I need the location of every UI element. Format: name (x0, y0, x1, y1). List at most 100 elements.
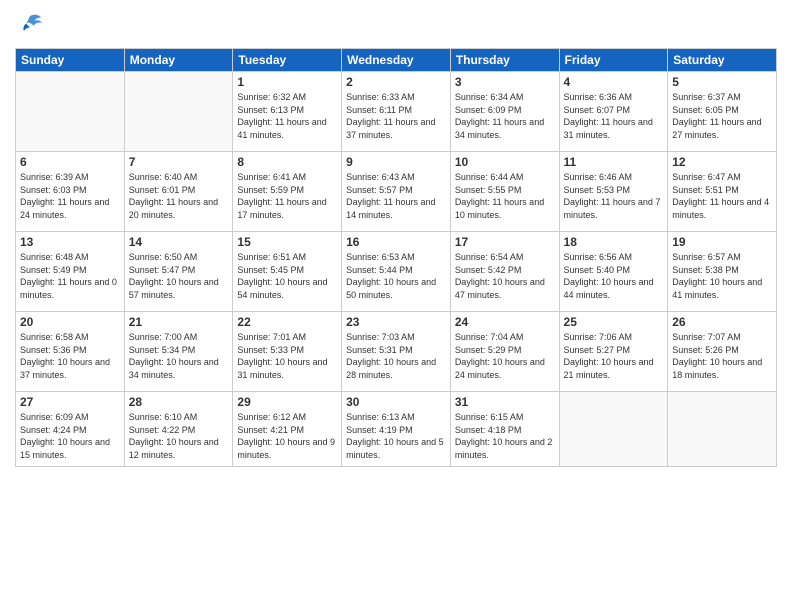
calendar-cell: 22 Sunrise: 7:01 AM Sunset: 5:33 PM Dayli… (233, 312, 342, 392)
week-row-1: 1 Sunrise: 6:32 AM Sunset: 6:13 PM Daylig… (16, 72, 777, 152)
cell-day-number: 18 (564, 235, 664, 249)
cell-day-number: 31 (455, 395, 555, 409)
cell-info: Sunrise: 6:39 AM Sunset: 6:03 PM Dayligh… (20, 171, 120, 221)
calendar-cell: 21 Sunrise: 7:00 AM Sunset: 5:34 PM Dayli… (124, 312, 233, 392)
week-row-2: 6 Sunrise: 6:39 AM Sunset: 6:03 PM Daylig… (16, 152, 777, 232)
cell-day-number: 16 (346, 235, 446, 249)
cell-day-number: 2 (346, 75, 446, 89)
cell-info: Sunrise: 6:48 AM Sunset: 5:49 PM Dayligh… (20, 251, 120, 301)
calendar-cell: 25 Sunrise: 7:06 AM Sunset: 5:27 PM Dayli… (559, 312, 668, 392)
calendar-cell: 11 Sunrise: 6:46 AM Sunset: 5:53 PM Dayli… (559, 152, 668, 232)
calendar-cell: 10 Sunrise: 6:44 AM Sunset: 5:55 PM Dayli… (450, 152, 559, 232)
cell-day-number: 7 (129, 155, 229, 169)
cell-day-number: 17 (455, 235, 555, 249)
cell-info: Sunrise: 6:44 AM Sunset: 5:55 PM Dayligh… (455, 171, 555, 221)
cell-day-number: 19 (672, 235, 772, 249)
cell-info: Sunrise: 6:34 AM Sunset: 6:09 PM Dayligh… (455, 91, 555, 141)
calendar-cell: 27Sunrise: 6:09 AM Sunset: 4:24 PM Dayli… (16, 392, 125, 467)
calendar-cell: 15 Sunrise: 6:51 AM Sunset: 5:45 PM Dayli… (233, 232, 342, 312)
cell-day-number: 28 (129, 395, 229, 409)
weekday-header-friday: Friday (559, 49, 668, 72)
cell-info: Sunrise: 6:36 AM Sunset: 6:07 PM Dayligh… (564, 91, 664, 141)
calendar-cell: 6 Sunrise: 6:39 AM Sunset: 6:03 PM Daylig… (16, 152, 125, 232)
cell-info: Sunrise: 6:58 AM Sunset: 5:36 PM Dayligh… (20, 331, 120, 381)
calendar-cell: 29Sunrise: 6:12 AM Sunset: 4:21 PM Dayli… (233, 392, 342, 467)
cell-info: Sunrise: 6:13 AM Sunset: 4:19 PM Dayligh… (346, 411, 446, 461)
calendar-cell: 20 Sunrise: 6:58 AM Sunset: 5:36 PM Dayli… (16, 312, 125, 392)
logo (15, 10, 49, 40)
cell-day-number: 23 (346, 315, 446, 329)
calendar-cell: 18 Sunrise: 6:56 AM Sunset: 5:40 PM Dayli… (559, 232, 668, 312)
cell-day-number: 3 (455, 75, 555, 89)
calendar-cell: 14 Sunrise: 6:50 AM Sunset: 5:47 PM Dayli… (124, 232, 233, 312)
calendar-cell: 8Sunrise: 6:41 AM Sunset: 5:59 PM Daylig… (233, 152, 342, 232)
weekday-header-row: SundayMondayTuesdayWednesdayThursdayFrid… (16, 49, 777, 72)
cell-info: Sunrise: 6:40 AM Sunset: 6:01 PM Dayligh… (129, 171, 229, 221)
cell-day-number: 30 (346, 395, 446, 409)
cell-info: Sunrise: 7:04 AM Sunset: 5:29 PM Dayligh… (455, 331, 555, 381)
calendar-cell: 13 Sunrise: 6:48 AM Sunset: 5:49 PM Dayli… (16, 232, 125, 312)
cell-info: Sunrise: 6:12 AM Sunset: 4:21 PM Dayligh… (237, 411, 337, 461)
cell-day-number: 15 (237, 235, 337, 249)
calendar-cell: 9 Sunrise: 6:43 AM Sunset: 5:57 PM Daylig… (342, 152, 451, 232)
cell-day-number: 11 (564, 155, 664, 169)
header (15, 10, 777, 40)
calendar-cell: 1 Sunrise: 6:32 AM Sunset: 6:13 PM Daylig… (233, 72, 342, 152)
calendar-cell: 3 Sunrise: 6:34 AM Sunset: 6:09 PM Daylig… (450, 72, 559, 152)
cell-day-number: 14 (129, 235, 229, 249)
calendar-cell: 19Sunrise: 6:57 AM Sunset: 5:38 PM Dayli… (668, 232, 777, 312)
cell-day-number: 9 (346, 155, 446, 169)
weekday-header-wednesday: Wednesday (342, 49, 451, 72)
cell-info: Sunrise: 6:15 AM Sunset: 4:18 PM Dayligh… (455, 411, 555, 461)
cell-info: Sunrise: 6:32 AM Sunset: 6:13 PM Dayligh… (237, 91, 337, 141)
calendar-cell: 17 Sunrise: 6:54 AM Sunset: 5:42 PM Dayli… (450, 232, 559, 312)
cell-day-number: 22 (237, 315, 337, 329)
page: SundayMondayTuesdayWednesdayThursdayFrid… (0, 0, 792, 477)
calendar-cell (559, 392, 668, 467)
cell-info: Sunrise: 6:56 AM Sunset: 5:40 PM Dayligh… (564, 251, 664, 301)
cell-info: Sunrise: 7:01 AM Sunset: 5:33 PM Dayligh… (237, 331, 337, 381)
calendar-cell: 12Sunrise: 6:47 AM Sunset: 5:51 PM Dayli… (668, 152, 777, 232)
week-row-3: 13 Sunrise: 6:48 AM Sunset: 5:49 PM Dayli… (16, 232, 777, 312)
cell-info: Sunrise: 7:03 AM Sunset: 5:31 PM Dayligh… (346, 331, 446, 381)
calendar-cell: 23 Sunrise: 7:03 AM Sunset: 5:31 PM Dayli… (342, 312, 451, 392)
cell-day-number: 4 (564, 75, 664, 89)
calendar-cell: 30 Sunrise: 6:13 AM Sunset: 4:19 PM Dayli… (342, 392, 451, 467)
calendar-cell (124, 72, 233, 152)
cell-day-number: 21 (129, 315, 229, 329)
weekday-header-tuesday: Tuesday (233, 49, 342, 72)
calendar-cell: 4 Sunrise: 6:36 AM Sunset: 6:07 PM Daylig… (559, 72, 668, 152)
cell-info: Sunrise: 6:43 AM Sunset: 5:57 PM Dayligh… (346, 171, 446, 221)
cell-info: Sunrise: 6:33 AM Sunset: 6:11 PM Dayligh… (346, 91, 446, 141)
cell-info: Sunrise: 6:54 AM Sunset: 5:42 PM Dayligh… (455, 251, 555, 301)
cell-day-number: 6 (20, 155, 120, 169)
calendar-cell: 7 Sunrise: 6:40 AM Sunset: 6:01 PM Daylig… (124, 152, 233, 232)
cell-info: Sunrise: 7:06 AM Sunset: 5:27 PM Dayligh… (564, 331, 664, 381)
cell-day-number: 10 (455, 155, 555, 169)
cell-day-number: 13 (20, 235, 120, 249)
cell-info: Sunrise: 6:51 AM Sunset: 5:45 PM Dayligh… (237, 251, 337, 301)
cell-day-number: 12 (672, 155, 772, 169)
cell-info: Sunrise: 6:53 AM Sunset: 5:44 PM Dayligh… (346, 251, 446, 301)
calendar: SundayMondayTuesdayWednesdayThursdayFrid… (15, 48, 777, 467)
cell-day-number: 8 (237, 155, 337, 169)
calendar-cell: 5 Sunrise: 6:37 AM Sunset: 6:05 PM Daylig… (668, 72, 777, 152)
calendar-cell (16, 72, 125, 152)
calendar-cell: 24 Sunrise: 7:04 AM Sunset: 5:29 PM Dayli… (450, 312, 559, 392)
cell-info: Sunrise: 6:50 AM Sunset: 5:47 PM Dayligh… (129, 251, 229, 301)
week-row-4: 20 Sunrise: 6:58 AM Sunset: 5:36 PM Dayli… (16, 312, 777, 392)
cell-day-number: 25 (564, 315, 664, 329)
calendar-cell: 28 Sunrise: 6:10 AM Sunset: 4:22 PM Dayli… (124, 392, 233, 467)
cell-info: Sunrise: 7:07 AM Sunset: 5:26 PM Dayligh… (672, 331, 772, 381)
cell-day-number: 5 (672, 75, 772, 89)
weekday-header-monday: Monday (124, 49, 233, 72)
cell-day-number: 1 (237, 75, 337, 89)
cell-info: Sunrise: 6:10 AM Sunset: 4:22 PM Dayligh… (129, 411, 229, 461)
cell-info: Sunrise: 7:00 AM Sunset: 5:34 PM Dayligh… (129, 331, 229, 381)
cell-day-number: 20 (20, 315, 120, 329)
cell-info: Sunrise: 6:46 AM Sunset: 5:53 PM Dayligh… (564, 171, 664, 221)
cell-day-number: 24 (455, 315, 555, 329)
cell-info: Sunrise: 6:37 AM Sunset: 6:05 PM Dayligh… (672, 91, 772, 141)
cell-info: Sunrise: 6:09 AM Sunset: 4:24 PM Dayligh… (20, 411, 120, 461)
calendar-cell: 31 Sunrise: 6:15 AM Sunset: 4:18 PM Dayli… (450, 392, 559, 467)
